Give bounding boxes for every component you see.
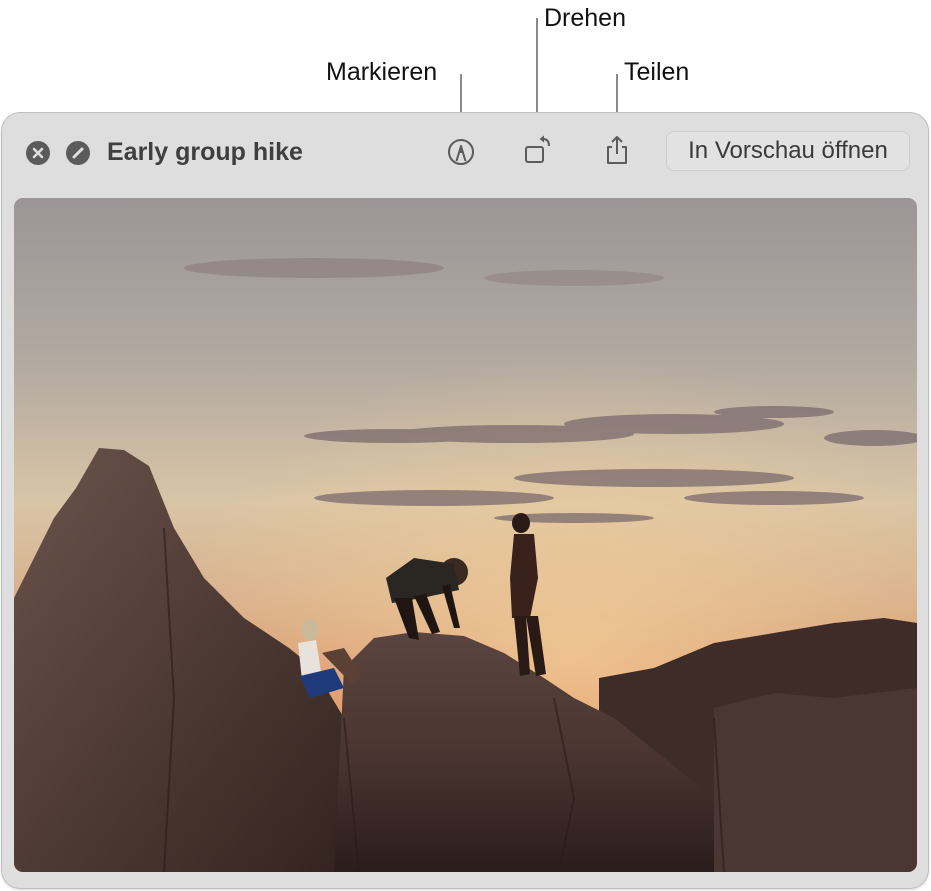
callout-share-label: Teilen bbox=[624, 58, 690, 86]
close-button[interactable] bbox=[26, 141, 50, 165]
quick-look-window: Early group hike In Vorschau öffnen bbox=[2, 113, 928, 888]
share-icon bbox=[607, 136, 627, 164]
window-title: Early group hike bbox=[107, 138, 303, 166]
rock-right-foreground bbox=[714, 688, 917, 872]
fullscreen-button[interactable] bbox=[66, 141, 90, 165]
callout-markup-label: Markieren bbox=[326, 58, 438, 86]
rotate-button[interactable] bbox=[520, 133, 556, 169]
photo-preview bbox=[14, 198, 917, 872]
markup-button[interactable] bbox=[443, 133, 479, 169]
rotate-left-icon bbox=[525, 135, 550, 163]
close-icon bbox=[32, 147, 44, 159]
open-in-preview-button[interactable]: In Vorschau öffnen bbox=[666, 131, 910, 171]
callout-rotate-label: Drehen bbox=[544, 4, 626, 32]
markup-pen-icon bbox=[448, 139, 474, 165]
photo-image bbox=[14, 198, 917, 872]
fullscreen-icon bbox=[72, 147, 84, 159]
share-button[interactable] bbox=[599, 133, 635, 169]
window-toolbar: Early group hike In Vorschau öffnen bbox=[2, 113, 928, 193]
